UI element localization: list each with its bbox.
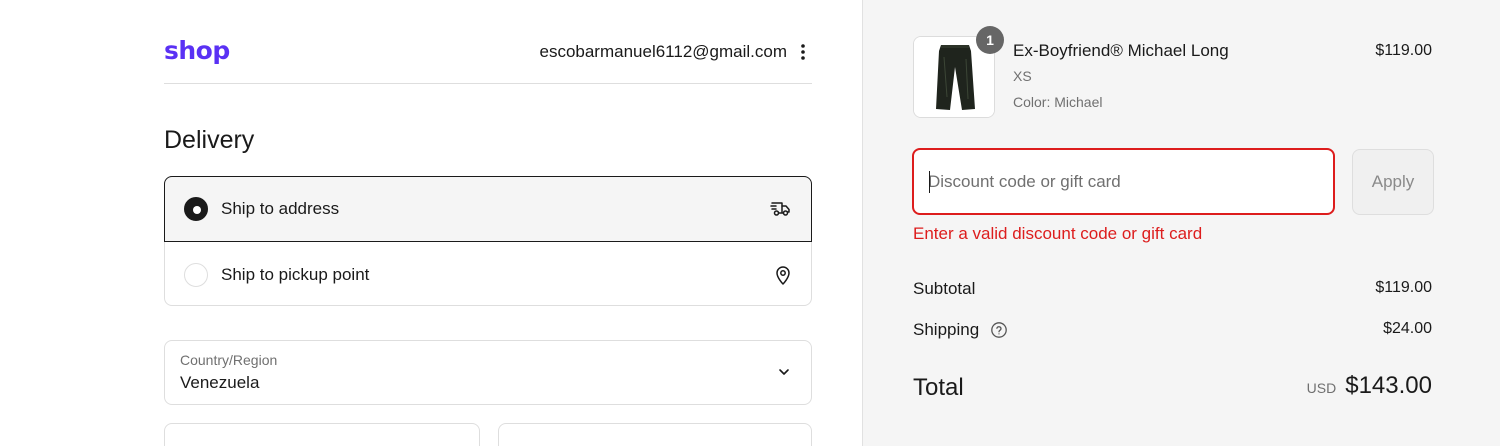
product-price: $119.00 — [1375, 42, 1432, 59]
apply-discount-button[interactable]: Apply — [1352, 149, 1434, 215]
first-name-field[interactable] — [164, 423, 480, 446]
text-caret — [929, 171, 930, 193]
shipping-value: $24.00 — [1383, 320, 1432, 337]
total-value: $143.00 — [1345, 372, 1432, 399]
help-circle-icon[interactable] — [990, 321, 1008, 339]
shop-logo[interactable]: shop — [164, 36, 230, 65]
discount-field[interactable] — [912, 148, 1335, 215]
total-currency: USD — [1306, 380, 1337, 396]
country-region-value: Venezuela — [180, 373, 260, 392]
product-name: Ex-Boyfriend® Michael Long — [1013, 41, 1229, 60]
header-divider — [164, 83, 812, 84]
ship-to-pickup-label: Ship to pickup point — [221, 264, 370, 284]
country-region-label: Country/Region — [180, 352, 278, 368]
quantity-badge: 1 — [976, 26, 1004, 54]
ship-to-address-label: Ship to address — [221, 199, 340, 218]
account-email: escobarmanuel6112@gmail.com — [539, 42, 787, 61]
chevron-down-icon — [779, 369, 789, 375]
product-color: Color: Michael — [1013, 94, 1103, 110]
product-size: XS — [1013, 68, 1032, 84]
location-pin-icon — [776, 265, 790, 285]
ship-to-pickup-option[interactable]: Ship to pickup point — [165, 242, 813, 307]
delivery-heading: Delivery — [164, 126, 255, 154]
truck-icon — [770, 202, 790, 216]
ship-to-address-option[interactable]: Ship to address — [164, 176, 812, 242]
subtotal-label: Subtotal — [913, 279, 976, 298]
ship-to-pickup-radio[interactable] — [184, 262, 208, 287]
order-summary: 1 Ex-Boyfriend® Michael Long XS Color: M… — [862, 0, 1500, 446]
shipping-label: Shipping — [913, 320, 980, 339]
total-amount: USD $143.00 — [1307, 372, 1432, 400]
country-region-select[interactable]: Country/Region Venezuela — [164, 340, 812, 405]
subtotal-value: $119.00 — [1375, 279, 1432, 296]
delivery-method-group: Ship to address Ship to pickup point — [164, 176, 812, 306]
checkout-main: shop escobarmanuel6112@gmail.com Deliver… — [0, 0, 862, 446]
total-label: Total — [913, 374, 964, 401]
ship-to-address-radio[interactable] — [184, 197, 208, 221]
discount-input[interactable] — [928, 168, 1308, 196]
discount-error-message: Enter a valid discount code or gift card — [913, 224, 1203, 243]
last-name-field[interactable] — [498, 423, 812, 446]
kebab-menu-icon[interactable] — [796, 42, 810, 62]
